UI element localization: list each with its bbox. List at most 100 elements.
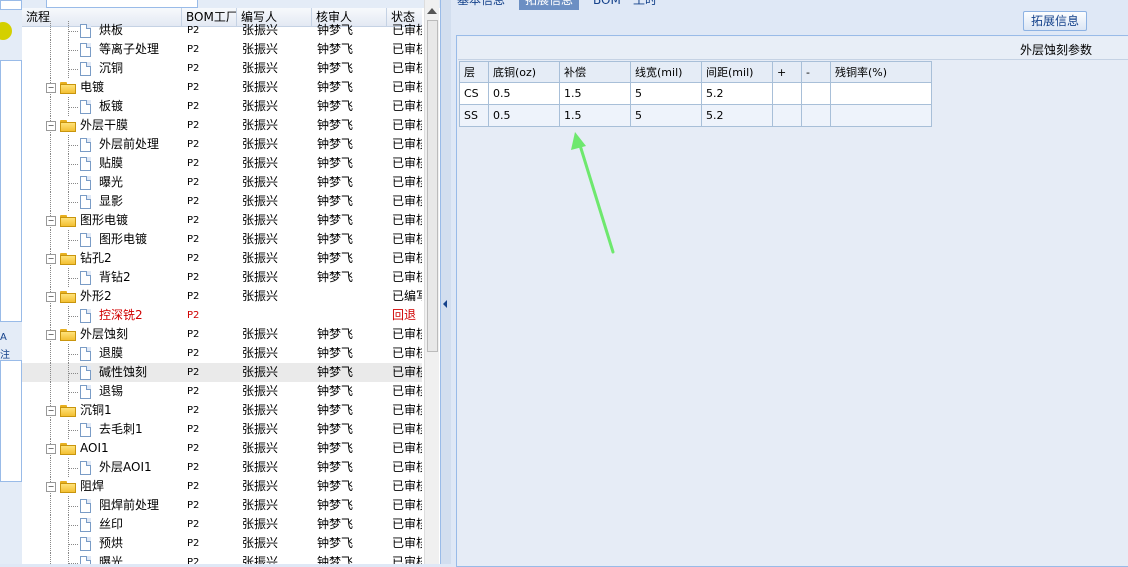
collapse-toggle-icon[interactable]: − <box>46 254 56 264</box>
tree-scrollbar[interactable] <box>424 0 439 564</box>
col-header-line-width[interactable]: 线宽(mil) <box>630 61 702 83</box>
tree-row[interactable]: 背钻2 P2 张振兴 钟梦飞 已审核 <box>22 268 422 287</box>
tree-row[interactable]: − 图形电镀 P2 张振兴 钟梦飞 已审核 <box>22 211 422 230</box>
tree-name-cell[interactable]: − 钻孔2 <box>46 249 178 268</box>
tree-toolbar-field[interactable] <box>46 0 198 8</box>
tree-row[interactable]: 阻焊前处理 P2 张振兴 钟梦飞 已审核 <box>22 496 422 515</box>
cell-line-width[interactable]: 5 <box>630 104 702 127</box>
cell-base-copper[interactable]: 0.5 <box>488 82 560 105</box>
col-header-base-copper[interactable]: 底铜(oz) <box>488 61 560 83</box>
tree-row[interactable]: − 外层干膜 P2 张振兴 钟梦飞 已审核 <box>22 116 422 135</box>
tree-name-cell[interactable]: 外层AOI1 <box>80 458 178 477</box>
tree-row[interactable]: − 钻孔2 P2 张振兴 钟梦飞 已审核 <box>22 249 422 268</box>
tree-row[interactable]: 退锡 P2 张振兴 钟梦飞 已审核 <box>22 382 422 401</box>
collapse-toggle-icon[interactable]: − <box>46 83 56 93</box>
tree-name-cell[interactable]: 背钻2 <box>80 268 178 287</box>
cell-layer[interactable]: SS <box>459 104 489 127</box>
tree-name-cell[interactable]: 外层前处理 <box>80 135 178 154</box>
tree-name-cell[interactable]: 烘板 <box>80 21 178 40</box>
tree-name-cell[interactable]: − 沉铜1 <box>46 401 178 420</box>
extended-info-button[interactable]: 拓展信息 <box>1023 11 1087 31</box>
tree-row[interactable]: 烘板 P2 张振兴 钟梦飞 已审核 <box>22 21 422 40</box>
collapse-toggle-icon[interactable]: − <box>46 216 56 226</box>
col-header-compensation[interactable]: 补偿 <box>559 61 631 83</box>
tree-row[interactable]: 碱性蚀刻 P2 张振兴 钟梦飞 已审核 <box>22 363 422 382</box>
process-tree-grid[interactable]: 流程 BOM工厂 编写人 核审人 状态 烘板P2张振兴钟梦飞已审核等离子处理P2… <box>22 0 442 564</box>
tab-basic-info[interactable]: 基本信息 <box>451 0 511 10</box>
tree-row[interactable]: 外层AOI1 P2 张振兴 钟梦飞 已审核 <box>22 458 422 477</box>
tree-name-cell[interactable]: 曝光 <box>80 173 178 192</box>
col-header-residual-copper[interactable]: 残铜率(%) <box>830 61 932 83</box>
tree-name-cell[interactable]: 退膜 <box>80 344 178 363</box>
collapse-toggle-icon[interactable]: − <box>46 121 56 131</box>
tree-name-cell[interactable]: 曝光 <box>80 553 178 564</box>
tree-name-cell[interactable]: 退锡 <box>80 382 178 401</box>
collapse-toggle-icon[interactable]: − <box>46 330 56 340</box>
tree-row[interactable]: 板镀 P2 张振兴 钟梦飞 已审核 <box>22 97 422 116</box>
cell-plus[interactable] <box>772 104 802 127</box>
cell-minus[interactable] <box>801 104 831 127</box>
tree-row[interactable]: 曝光 P2 张振兴 钟梦飞 已审核 <box>22 173 422 192</box>
tree-name-cell[interactable]: 板镀 <box>80 97 178 116</box>
tree-name-cell[interactable]: 等离子处理 <box>80 40 178 59</box>
tree-name-cell[interactable]: 阻焊前处理 <box>80 496 178 515</box>
tree-row[interactable]: 显影 P2 张振兴 钟梦飞 已审核 <box>22 192 422 211</box>
tree-name-cell[interactable]: 去毛刺1 <box>80 420 178 439</box>
cell-compensation[interactable]: 1.5 <box>559 82 631 105</box>
cell-spacing[interactable]: 5.2 <box>701 104 773 127</box>
col-header-layer[interactable]: 层 <box>459 61 489 83</box>
tree-name-cell[interactable]: − 外形2 <box>46 287 178 306</box>
tab-bom[interactable]: BOM <box>587 0 627 10</box>
tree-name-cell[interactable]: − 图形电镀 <box>46 211 178 230</box>
tree-row[interactable]: 外层前处理 P2 张振兴 钟梦飞 已审核 <box>22 135 422 154</box>
collapse-toggle-icon[interactable]: − <box>46 406 56 416</box>
tab-extended-info[interactable]: 拓展信息 <box>519 0 580 10</box>
tree-name-cell[interactable]: − 外层干膜 <box>46 116 178 135</box>
tree-name-cell[interactable]: 丝印 <box>80 515 178 534</box>
scroll-up-icon[interactable] <box>427 8 437 14</box>
tree-row[interactable]: − AOI1 P2 张振兴 钟梦飞 已审核 <box>22 439 422 458</box>
tab-hours[interactable]: 工时 <box>627 0 663 10</box>
tree-name-cell[interactable]: 沉铜 <box>80 59 178 78</box>
tree-row[interactable]: 退膜 P2 张振兴 钟梦飞 已审核 <box>22 344 422 363</box>
tree-row[interactable]: 丝印 P2 张振兴 钟梦飞 已审核 <box>22 515 422 534</box>
tree-name-cell[interactable]: 显影 <box>80 192 178 211</box>
cell-base-copper[interactable]: 0.5 <box>488 104 560 127</box>
collapse-toggle-icon[interactable]: − <box>46 482 56 492</box>
cell-residual-copper[interactable] <box>830 82 932 105</box>
tree-name-cell[interactable]: 预烘 <box>80 534 178 553</box>
cell-layer[interactable]: CS <box>459 82 489 105</box>
tree-name-cell[interactable]: − 阻焊 <box>46 477 178 496</box>
tree-name-cell[interactable]: − AOI1 <box>46 439 178 458</box>
scroll-thumb[interactable] <box>427 20 438 352</box>
tree-name-cell[interactable]: 贴膜 <box>80 154 178 173</box>
tree-name-cell[interactable]: 图形电镀 <box>80 230 178 249</box>
tree-row[interactable]: − 外层蚀刻 P2 张振兴 钟梦飞 已审核 <box>22 325 422 344</box>
collapse-toggle-icon[interactable]: − <box>46 292 56 302</box>
collapse-left-icon[interactable] <box>443 300 447 308</box>
col-header-plus[interactable]: + <box>772 61 802 83</box>
cell-line-width[interactable]: 5 <box>630 82 702 105</box>
table-row[interactable]: SS 0.5 1.5 5 5.2 <box>459 104 932 127</box>
tree-name-cell[interactable]: − 电镀 <box>46 78 178 97</box>
col-header-minus[interactable]: - <box>801 61 831 83</box>
tree-name-cell[interactable]: 碱性蚀刻 <box>80 363 178 382</box>
tree-row[interactable]: 贴膜 P2 张振兴 钟梦飞 已审核 <box>22 154 422 173</box>
tree-row[interactable]: 预烘 P2 张振兴 钟梦飞 已审核 <box>22 534 422 553</box>
tree-row[interactable]: − 阻焊 P2 张振兴 钟梦飞 已审核 <box>22 477 422 496</box>
tree-row[interactable]: 图形电镀 P2 张振兴 钟梦飞 已审核 <box>22 230 422 249</box>
tree-row[interactable]: 沉铜 P2 张振兴 钟梦飞 已审核 <box>22 59 422 78</box>
tree-row[interactable]: 曝光 P2 张振兴 钟梦飞 已审核 <box>22 553 422 564</box>
cell-residual-copper[interactable] <box>830 104 932 127</box>
collapse-toggle-icon[interactable]: − <box>46 444 56 454</box>
cell-plus[interactable] <box>772 82 802 105</box>
tree-name-cell[interactable]: 控深铣2 <box>80 306 178 325</box>
cell-minus[interactable] <box>801 82 831 105</box>
tree-row[interactable]: 等离子处理 P2 张振兴 钟梦飞 已审核 <box>22 40 422 59</box>
tree-name-cell[interactable]: − 外层蚀刻 <box>46 325 178 344</box>
tree-row[interactable]: 控深铣2 P2 回退 <box>22 306 422 325</box>
col-header-spacing[interactable]: 间距(mil) <box>701 61 773 83</box>
tree-row[interactable]: − 电镀 P2 张振兴 钟梦飞 已审核 <box>22 78 422 97</box>
tree-row[interactable]: 去毛刺1 P2 张振兴 钟梦飞 已审核 <box>22 420 422 439</box>
tree-row[interactable]: − 外形2 P2 张振兴 已编写 <box>22 287 422 306</box>
